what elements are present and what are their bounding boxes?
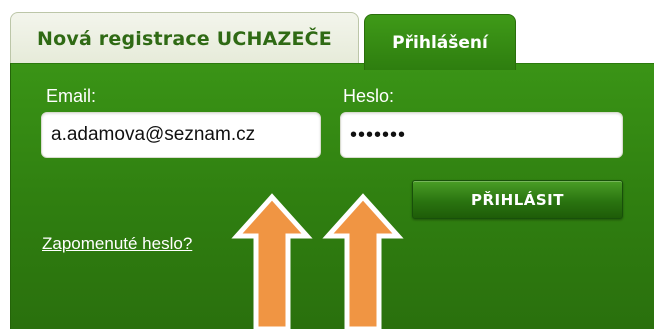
tab-new-registration-label: Nová registrace UCHAZEČE <box>37 27 332 50</box>
login-button-label: PŘIHLÁSIT <box>471 190 564 209</box>
password-field-value: ••••••• <box>350 123 407 146</box>
forgot-password-link[interactable]: Zapomenuté heslo? <box>42 234 192 254</box>
login-widget: Nová registrace UCHAZEČE Přihlášení Emai… <box>0 0 654 329</box>
email-field[interactable]: a.adamova@seznam.cz <box>41 112 321 158</box>
email-label: Email: <box>46 86 97 106</box>
login-button[interactable]: PŘIHLÁSIT <box>412 180 623 219</box>
tab-new-registration[interactable]: Nová registrace UCHAZEČE <box>10 12 359 64</box>
password-field[interactable]: ••••••• <box>340 112 623 158</box>
tab-login-label: Přihlášení <box>392 32 488 53</box>
tab-login[interactable]: Přihlášení <box>364 14 516 70</box>
up-arrow-icon <box>322 193 404 329</box>
password-label: Heslo: <box>343 86 395 106</box>
email-field-value: a.adamova@seznam.cz <box>51 124 256 145</box>
up-arrow-icon <box>231 193 313 329</box>
